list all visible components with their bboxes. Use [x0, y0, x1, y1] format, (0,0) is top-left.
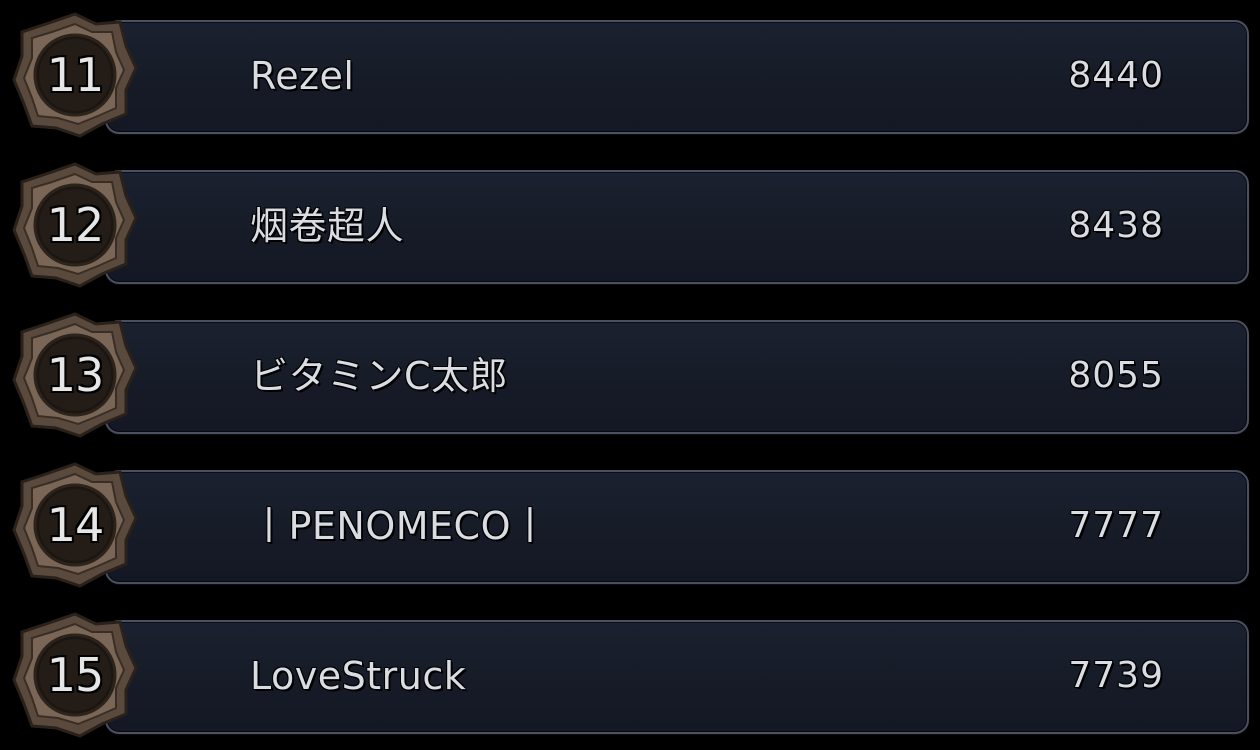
rank-number: 14	[46, 498, 105, 552]
player-name: LoveStruck	[250, 654, 467, 698]
player-name: Rezel	[250, 54, 355, 98]
leaderboard-row[interactable]: 12 烟卷超人 8438	[10, 160, 1250, 290]
player-score: 7777	[1068, 505, 1164, 546]
player-name: 烟卷超人	[250, 204, 405, 248]
rank-badge-icon: 13	[10, 310, 140, 440]
player-name: 丨PENOMECO丨	[250, 504, 550, 548]
player-score: 8055	[1068, 355, 1164, 396]
leaderboard-row[interactable]: 13 ビタミンC太郎 8055	[10, 310, 1250, 440]
rank-badge-icon: 14	[10, 460, 140, 590]
player-score: 8440	[1068, 55, 1164, 96]
leaderboard-row[interactable]: 15 LoveStruck 7739	[10, 610, 1250, 740]
player-name: ビタミンC太郎	[250, 354, 509, 398]
leaderboard-row[interactable]: 11 Rezel 8440	[10, 10, 1250, 140]
player-score: 7739	[1068, 655, 1164, 696]
rank-number: 11	[46, 48, 105, 102]
player-score: 8438	[1068, 205, 1164, 246]
rank-badge-icon: 12	[10, 160, 140, 290]
rank-number: 12	[46, 198, 105, 252]
leaderboard-row[interactable]: 14 丨PENOMECO丨 7777	[10, 460, 1250, 590]
rank-badge-icon: 15	[10, 610, 140, 740]
leaderboard: 11 Rezel 8440 12 烟卷超人 8438 13 ビタミンC太郎 80…	[0, 0, 1260, 750]
rank-number: 15	[46, 648, 105, 702]
rank-badge-icon: 11	[10, 10, 140, 140]
rank-number: 13	[46, 348, 105, 402]
